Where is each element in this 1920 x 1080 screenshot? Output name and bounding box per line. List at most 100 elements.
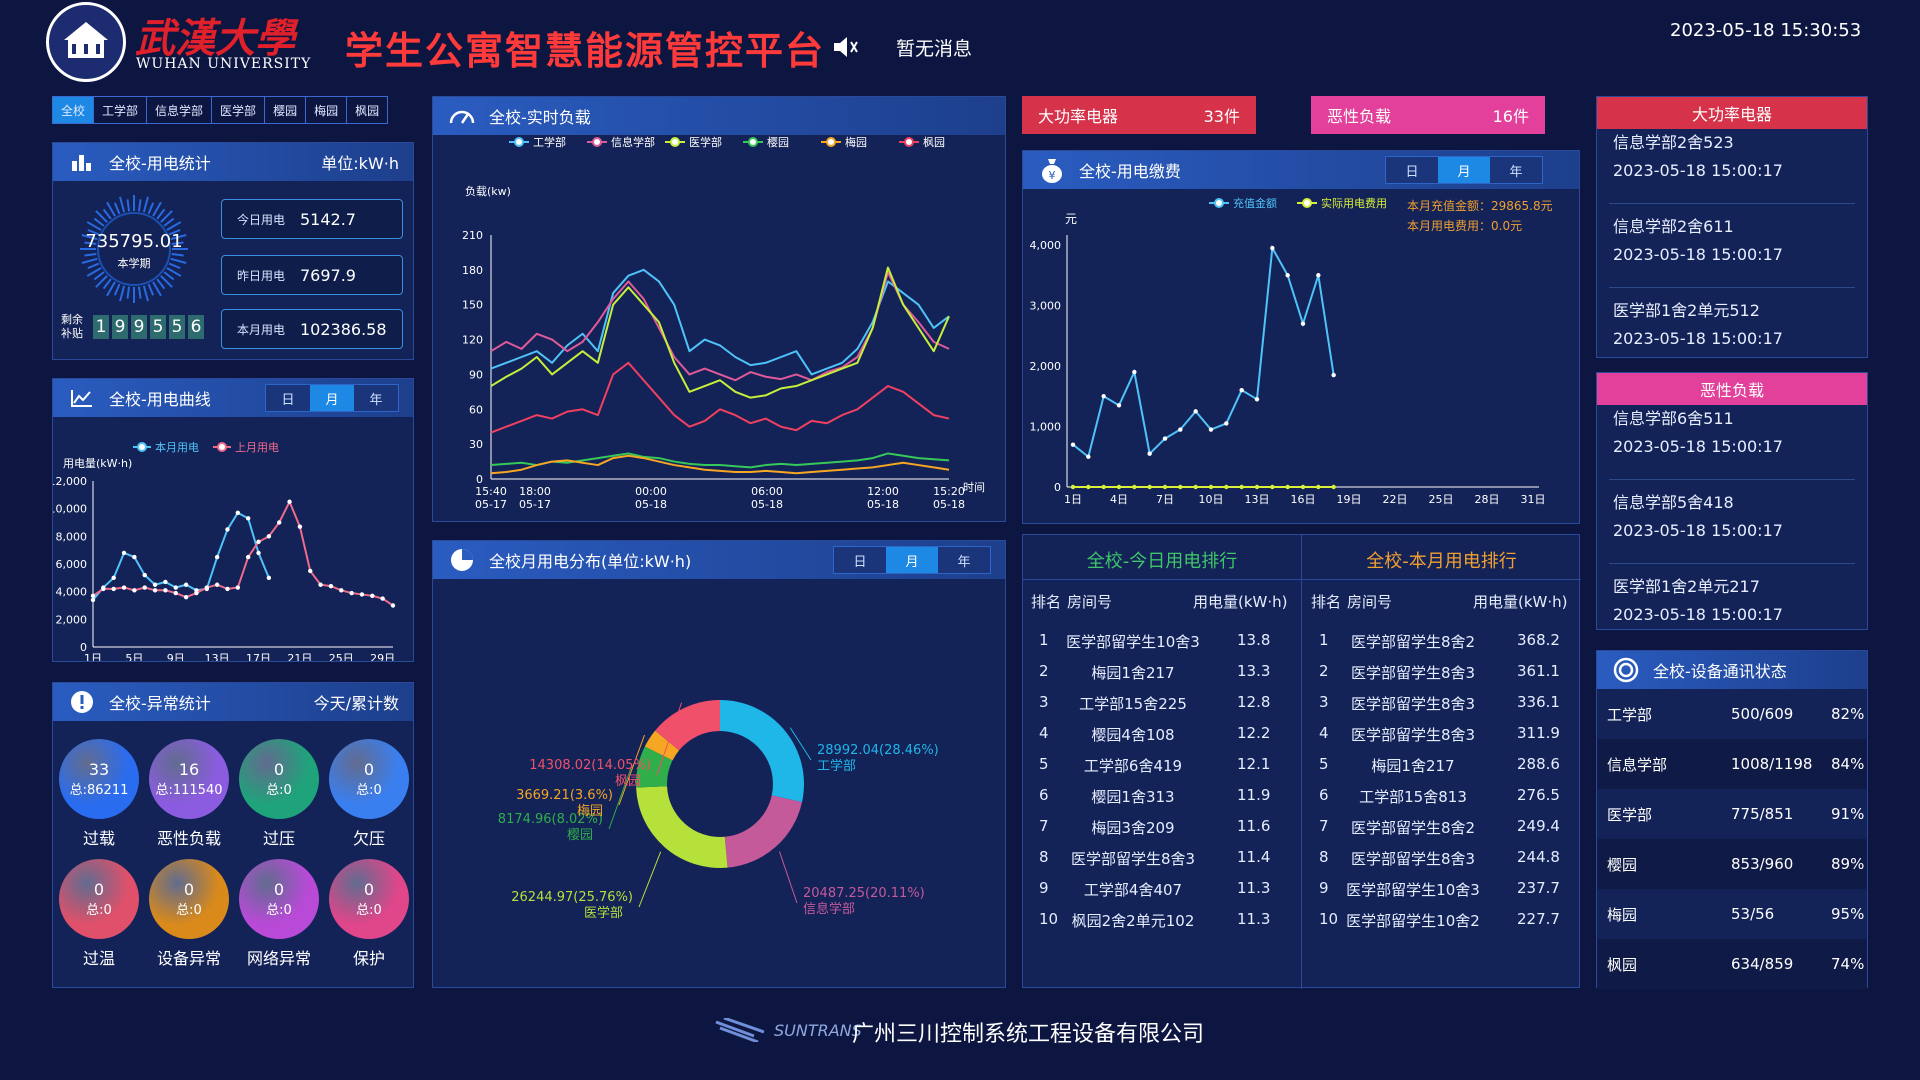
donut-name-label: 信息学部	[803, 901, 855, 917]
rank-room: 医学部留学生10舍3	[1066, 633, 1200, 651]
fee-title: 全校-用电缴费	[1079, 162, 1181, 181]
anomaly-total: 总:0	[266, 903, 292, 918]
alarm-time: 2023-05-18 15:00:17	[1613, 521, 1783, 540]
anomaly-value: 33	[88, 760, 110, 779]
rank-room: 樱园4舍108	[1091, 726, 1175, 744]
bad-load-badge[interactable]: 恶性负载 16件	[1311, 96, 1545, 134]
dist-day-button[interactable]: 日	[834, 547, 886, 573]
device-status-panel: 全校-设备通讯状态 工学部 500/609 82% 信息学部 1008/1198 84% 医…	[1596, 650, 1868, 989]
fee-xtick: 4日	[1110, 493, 1128, 506]
anomaly-ball: 0 总:0	[329, 739, 409, 819]
realtime-load-chart: 工学部 信息学部 医学部 樱园 梅园 枫园负载(kw)时间0306090120150180…	[462, 135, 985, 511]
curve-month-button[interactable]: 月	[310, 385, 354, 411]
tab-fengyuan[interactable]: 枫园	[347, 97, 387, 123]
realtime-legend-marker	[514, 137, 524, 147]
curve-xtick: 21日	[287, 652, 312, 661]
realtime-legend-label: 工学部	[533, 135, 566, 149]
fee-point	[1224, 484, 1229, 490]
curve-point	[173, 590, 178, 596]
anomaly-total: 总:86211	[69, 783, 129, 798]
tab-all[interactable]: 全校	[53, 97, 95, 123]
alarm-room: 信息学部2舍523	[1613, 133, 1734, 152]
tab-meiyuan[interactable]: 梅园	[306, 97, 348, 123]
curve-series-line	[92, 511, 270, 601]
fee-point	[1254, 484, 1260, 490]
money-bag-icon: ¥	[1039, 157, 1065, 183]
rank-value: 11.4	[1237, 848, 1271, 866]
dist-month-button[interactable]: 月	[886, 547, 938, 573]
tab-yingyuan[interactable]: 樱园	[265, 97, 307, 123]
device-row: 信息学部 1008/1198 84%	[1597, 739, 1867, 789]
fee-month-button[interactable]: 月	[1438, 157, 1490, 183]
tab-medical[interactable]: 医学部	[212, 97, 266, 123]
curve-point	[297, 524, 303, 529]
tab-information[interactable]: 信息学部	[147, 97, 213, 123]
curve-ytick: 10,000	[53, 503, 87, 516]
rank-room: 医学部留学生10舍3	[1346, 881, 1480, 899]
fee-year-button[interactable]: 年	[1490, 157, 1542, 183]
curve-point	[214, 554, 220, 560]
rank-month-title: 全校-本月用电排行	[1366, 551, 1517, 572]
fee-point	[1147, 484, 1152, 490]
curve-xtick: 1日	[84, 652, 102, 661]
stats-panel: 全校-用电统计 单位:kW·h 735795.01 本学期 剩余 补贴 1 9 9…	[52, 142, 414, 360]
anomaly-ball: 33 总:86211	[59, 739, 139, 819]
fee-point	[1116, 403, 1122, 408]
curve-point	[101, 586, 106, 592]
anomaly-total: 总:0	[356, 903, 382, 918]
fee-ytick: 0	[1054, 481, 1061, 494]
curve-year-button[interactable]: 年	[354, 385, 398, 411]
fee-point	[1300, 321, 1306, 326]
anomaly-value: 0	[363, 760, 375, 779]
realtime-xtick-time: 12:00	[867, 485, 899, 498]
fee-xtick: 16日	[1291, 493, 1316, 506]
fee-day-button[interactable]: 日	[1386, 157, 1438, 183]
curve-point	[121, 550, 127, 556]
curve-point	[111, 586, 116, 592]
alarm-room: 医学部1舍2单元217	[1613, 577, 1760, 596]
rank-value: 12.8	[1237, 693, 1271, 711]
curve-point	[277, 520, 282, 525]
dist-year-button[interactable]: 年	[938, 547, 990, 573]
speaker-icon[interactable]	[832, 34, 860, 64]
anomaly-value: 0	[273, 880, 285, 899]
curve-title: 全校-用电曲线	[109, 390, 211, 409]
donut-value-label: 3669.21(3.6%)	[516, 788, 613, 803]
alarm-room: 信息学部6舍511	[1613, 409, 1734, 428]
curve-point	[204, 585, 209, 590]
device-rate: 91%	[1831, 805, 1865, 823]
tab-engineering[interactable]: 工学部	[94, 97, 148, 123]
fee-legend-marker	[1214, 198, 1224, 208]
anomaly-total: 总:0	[266, 783, 292, 798]
curve-day-button[interactable]: 日	[266, 385, 310, 411]
realtime-series-line	[490, 266, 950, 399]
realtime-legend-label: 梅园	[845, 135, 867, 149]
fee-point	[1132, 369, 1137, 375]
fee-legend-label: 充值金额	[1233, 196, 1277, 210]
curve-point	[163, 588, 168, 593]
device-row: 樱园 853/960 89%	[1597, 839, 1867, 889]
curve-xtick: 29日	[370, 652, 395, 661]
anomaly-ball: 0 总:0	[149, 859, 229, 939]
alarm-room: 信息学部2舍611	[1613, 217, 1734, 236]
curve-point	[111, 575, 116, 581]
realtime-legend-marker	[826, 137, 836, 147]
distribution-donut-chart: 28992.04(28.46%)工学部 20487.25(20.11%)信息学部 2…	[498, 700, 939, 921]
donut-name-label: 梅园	[577, 804, 603, 819]
device-count: 500/609	[1731, 705, 1794, 723]
rank-room: 医学部留学生10舍2	[1346, 912, 1480, 930]
donut-name-label: 樱园	[567, 827, 593, 843]
fee-xtick: 1日	[1064, 493, 1082, 506]
anomaly-ball: 0 总:0	[239, 859, 319, 939]
device-rate: 82%	[1831, 705, 1865, 723]
realtime-legend-marker	[670, 137, 680, 147]
anomaly-value: 0	[273, 760, 285, 779]
high-power-badge[interactable]: 大功率电器 33件	[1022, 96, 1256, 134]
curve-point	[225, 586, 230, 592]
curve-legend-marker	[217, 442, 227, 452]
curve-point	[132, 588, 137, 593]
device-rate: 89%	[1831, 855, 1865, 873]
anomaly-panel: 全校-异常统计 今天/累计数 33 总:86211 过载 16 总:111540 恶性负载…	[52, 682, 414, 988]
fee-xtick: 19日	[1337, 493, 1362, 506]
school-logo	[46, 2, 126, 82]
